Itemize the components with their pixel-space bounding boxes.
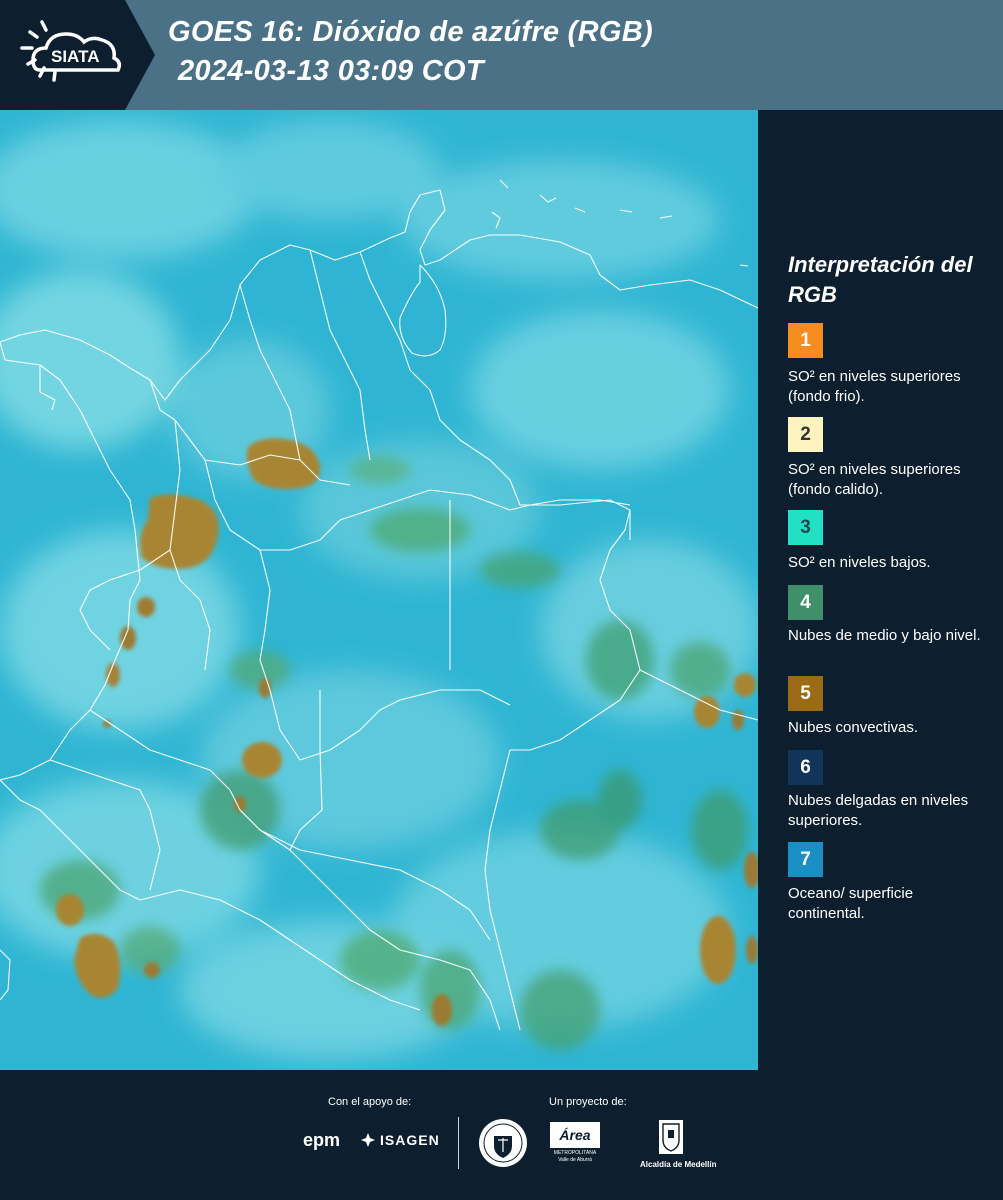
legend-swatch-4: 4 [788,585,823,620]
legend-desc-5: Nubes convectivas. [788,719,919,736]
convective-cell [56,894,84,926]
alcaldia-logo-text: Alcaldía de Medellín [640,1160,717,1169]
area-metropolitana-logo: Área METROPOLITANA Valle de Aburrá [550,1118,600,1170]
header-bar: SIATA GOES 16: Dióxido de azúfre (RGB) 2… [0,0,1003,110]
convective-cell [106,663,120,687]
legend-swatch-1: 1 [788,323,823,358]
epm-logo: epm [303,1130,340,1151]
project-label: Un proyecto de: [549,1096,627,1108]
epm-logo-text: epm [303,1130,341,1150]
convective-cell [694,696,720,728]
siata-logo-text: SIATA [51,47,99,66]
isagen-icon [361,1133,375,1147]
legend-number-1: 1 [800,329,811,351]
legend-panel: Interpretación del RGB 1 SO² en niveles … [758,110,1003,1070]
convective-cell [746,936,758,964]
legend-desc-6: Nubes delgadas en niveles superiores. [788,792,969,829]
page-timestamp: 2024-03-13 03:09 COT [178,55,484,87]
area-logo-text: Área [550,1122,600,1148]
legend-title: Interpretación del RGB [788,252,973,307]
medellin-seal-icon [478,1118,528,1173]
legend-swatch-2: 2 [788,417,823,452]
legend-desc-3: SO² en niveles bajos. [788,554,931,571]
footer: Con el apoyo de: Un proyecto de: epm ISA… [0,1070,1003,1200]
convective-cell [144,962,160,978]
footer-divider [458,1117,459,1169]
alcaldia-shield-icon [659,1120,683,1154]
convective-cell [732,710,744,730]
legend-number-3: 3 [800,516,811,538]
legend-swatch-7: 7 [788,842,823,877]
legend-desc-2: SO² en niveles superiores (fondo calido)… [788,461,961,498]
legend-desc-1: SO² en niveles superiores (fondo frio). [788,368,961,405]
satellite-map [0,110,758,1070]
legend-number-4: 4 [800,591,811,613]
alcaldia-medellin-logo: Alcaldía de Medellín [640,1118,717,1170]
area-logo-subtitle: METROPOLITANA Valle de Aburrá [553,1150,597,1163]
legend-swatch-6: 6 [788,750,823,785]
convective-cell [242,742,282,778]
legend-swatch-3: 3 [788,510,823,545]
legend-swatch-5: 5 [788,676,823,711]
convective-cell [137,597,155,617]
convective-cell [734,673,756,697]
page-title: GOES 16: Dióxido de azúfre (RGB) [168,16,653,48]
convective-cell [140,494,219,569]
legend-number-2: 2 [800,423,811,445]
legend-number-7: 7 [800,848,811,870]
siata-logo: SIATA [0,0,155,110]
isagen-logo-text: ISAGEN [380,1132,440,1148]
legend-number-5: 5 [800,682,811,704]
legend-desc-7: Oceano/ superficie continental. [788,885,914,922]
legend-desc-4: Nubes de medio y bajo nivel. [788,627,981,644]
legend-number-6: 6 [800,756,811,778]
convective-cell [700,916,736,984]
isagen-logo: ISAGEN [360,1132,440,1148]
convective-cell [432,994,452,1026]
support-label: Con el apoyo de: [328,1096,412,1108]
